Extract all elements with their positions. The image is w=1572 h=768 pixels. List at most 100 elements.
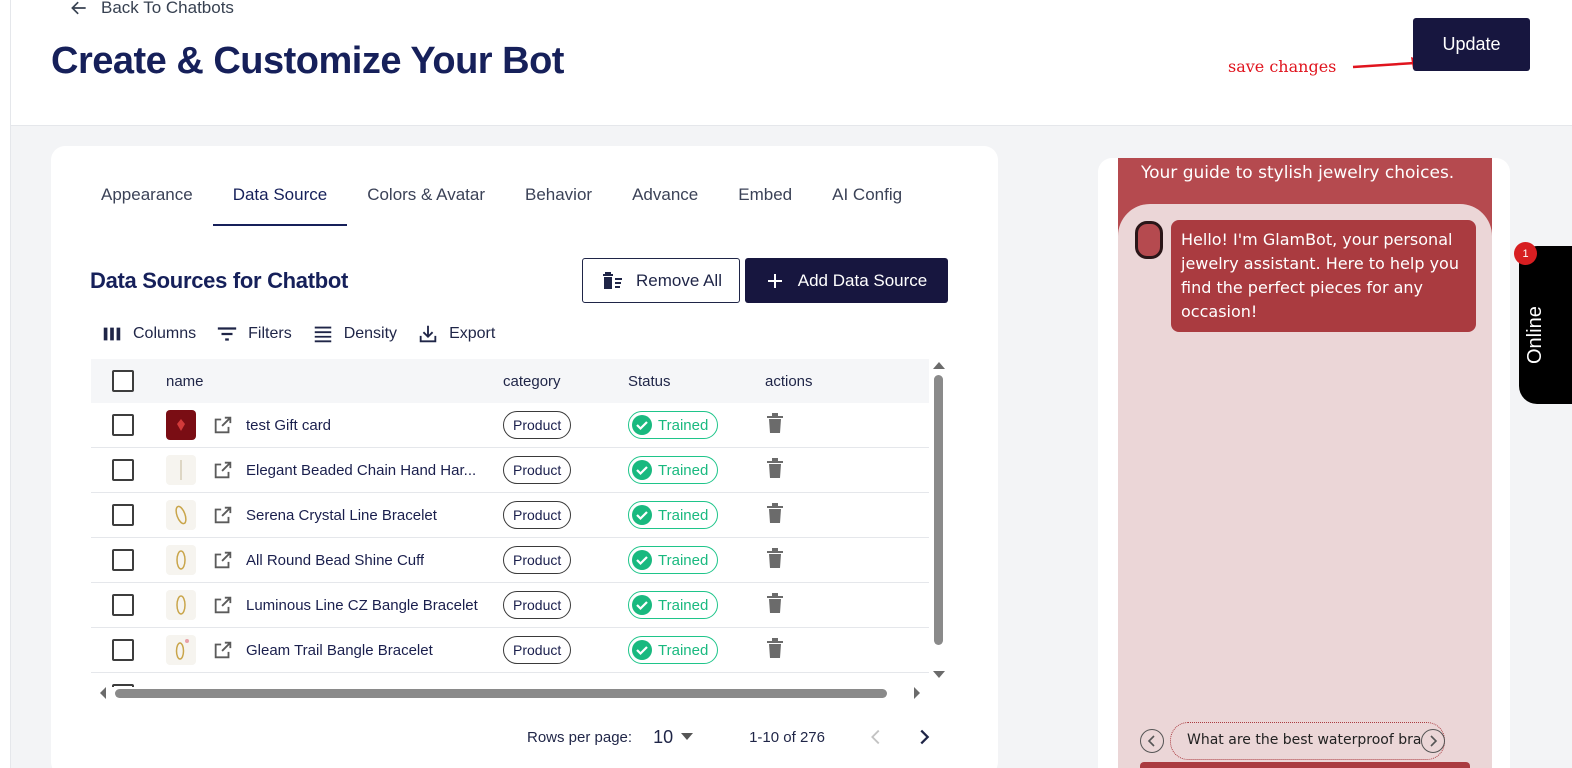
online-label: Online [1524,306,1546,364]
rows-per-page-label: Rows per page: [527,728,633,746]
scroll-up-icon[interactable] [931,359,947,371]
status-label: Trained [658,551,709,569]
table-row: test Gift card Product Trained [91,403,929,448]
prev-suggestion-button[interactable] [1140,729,1164,753]
export-label: Export [449,325,496,342]
prev-page-icon[interactable] [865,726,887,748]
column-header-category[interactable]: category [503,373,628,390]
add-data-source-button[interactable]: Add Data Source [745,258,948,303]
density-icon [314,326,331,343]
data-sources-title: Data Sources for Chatbot [90,268,349,293]
data-source-grid: Columns Filters Density Export name cate… [91,311,948,768]
column-header-status[interactable]: Status [628,373,765,390]
scroll-down-icon[interactable] [931,669,947,681]
open-external-icon[interactable] [212,549,234,571]
status-label: Trained [658,506,709,524]
category-chip: Product [503,501,572,529]
left-edge-panel [0,0,11,768]
back-label: Back To Chatbots [101,0,234,17]
bot-greeting-message: Hello! I'm GlamBot, your personal jewelr… [1171,220,1476,332]
filters-button[interactable]: Filters [216,323,292,345]
row-checkbox[interactable] [112,594,134,616]
tab-ai-config[interactable]: AI Config [812,180,922,226]
next-suggestion-button[interactable] [1421,729,1445,753]
next-page-icon[interactable] [913,726,935,748]
column-header-actions: actions [765,372,813,390]
category-chip: Product [503,456,572,484]
open-external-icon[interactable] [212,414,234,436]
open-external-icon[interactable] [212,504,234,526]
online-status-tab[interactable]: Online [1519,246,1572,404]
delete-icon[interactable] [765,592,785,614]
density-button[interactable]: Density [312,323,397,345]
delete-icon[interactable] [765,547,785,569]
vertical-scrollbar[interactable] [931,359,947,687]
pagination: Rows per page: 10 1-10 of 276 [527,726,935,748]
check-circle-icon [632,415,652,435]
rows-per-page-select[interactable]: 10 [653,726,694,748]
table-row: Serena Crystal Line Bracelet Product Tra… [91,493,929,538]
product-thumbnail [166,500,196,530]
row-checkbox[interactable] [112,549,134,571]
row-checkbox[interactable] [112,414,134,436]
scroll-left-icon[interactable] [97,685,109,701]
table-header: name category Status actions [91,359,929,403]
caret-down-icon [681,733,694,740]
status-badge: Trained [628,411,719,439]
chat-body: Hello! I'm GlamBot, your personal jewelr… [1118,204,1492,768]
export-button[interactable]: Export [417,323,495,345]
filters-label: Filters [248,325,292,342]
product-thumbnail [166,635,196,665]
check-circle-icon [632,550,652,570]
row-name: test Gift card [246,416,332,434]
category-chip: Product [503,546,572,574]
row-name: Gleam Trail Bangle Bracelet [246,641,433,659]
tab-colors-avatar[interactable]: Colors & Avatar [347,180,505,226]
delete-icon[interactable] [765,412,785,434]
columns-button[interactable]: Columns [101,323,196,345]
delete-icon[interactable] [765,502,785,524]
tab-data-source[interactable]: Data Source [212,180,348,226]
row-checkbox[interactable] [112,504,134,526]
status-badge: Trained [628,591,719,619]
tab-behavior[interactable]: Behavior [505,180,612,226]
horizontal-scrollbar[interactable] [97,685,927,701]
row-checkbox[interactable] [112,639,134,661]
update-button[interactable]: Update [1413,18,1530,71]
delete-icon[interactable] [765,457,785,479]
rows-per-page-value: 10 [653,726,674,747]
open-external-icon[interactable] [212,459,234,481]
open-external-icon[interactable] [212,639,234,661]
row-checkbox[interactable] [112,459,134,481]
delete-sweep-icon [603,271,622,289]
tab-appearance[interactable]: Appearance [81,180,213,226]
select-all-checkbox[interactable] [112,370,134,392]
filter-icon [217,327,237,341]
status-label: Trained [658,416,709,434]
check-circle-icon [632,505,652,525]
column-header-name[interactable]: name [166,373,503,390]
row-name: All Round Bead Shine Cuff [246,551,425,569]
remove-all-button[interactable]: Remove All [582,258,740,303]
check-circle-icon [632,640,652,660]
chat-subtitle: Your guide to stylish jewelry choices. [1141,163,1455,183]
plus-icon [767,273,782,288]
save-changes-annotation: save changes [1228,57,1337,76]
delete-icon[interactable] [765,637,785,659]
vertical-scroll-thumb[interactable] [934,375,943,645]
page-header: Back To Chatbots Create & Customize Your… [11,0,1572,126]
open-external-icon[interactable] [212,594,234,616]
grid-toolbar: Columns Filters Density Export [101,323,495,345]
horizontal-scroll-thumb[interactable] [115,689,887,698]
page-title: Create & Customize Your Bot [51,40,564,82]
density-label: Density [343,325,398,342]
back-to-chatbots-link[interactable]: Back To Chatbots [69,0,234,18]
tab-advance[interactable]: Advance [612,180,718,226]
page-range: 1-10 of 276 [749,728,825,746]
suggestion-chip[interactable]: What are the best waterproof bracelets [1170,722,1445,760]
status-label: Trained [658,596,709,614]
table-row: Gleam Trail Bangle Bracelet Product Trai… [91,628,929,673]
scroll-right-icon[interactable] [911,685,923,701]
product-thumbnail [166,590,196,620]
tab-embed[interactable]: Embed [718,180,812,226]
